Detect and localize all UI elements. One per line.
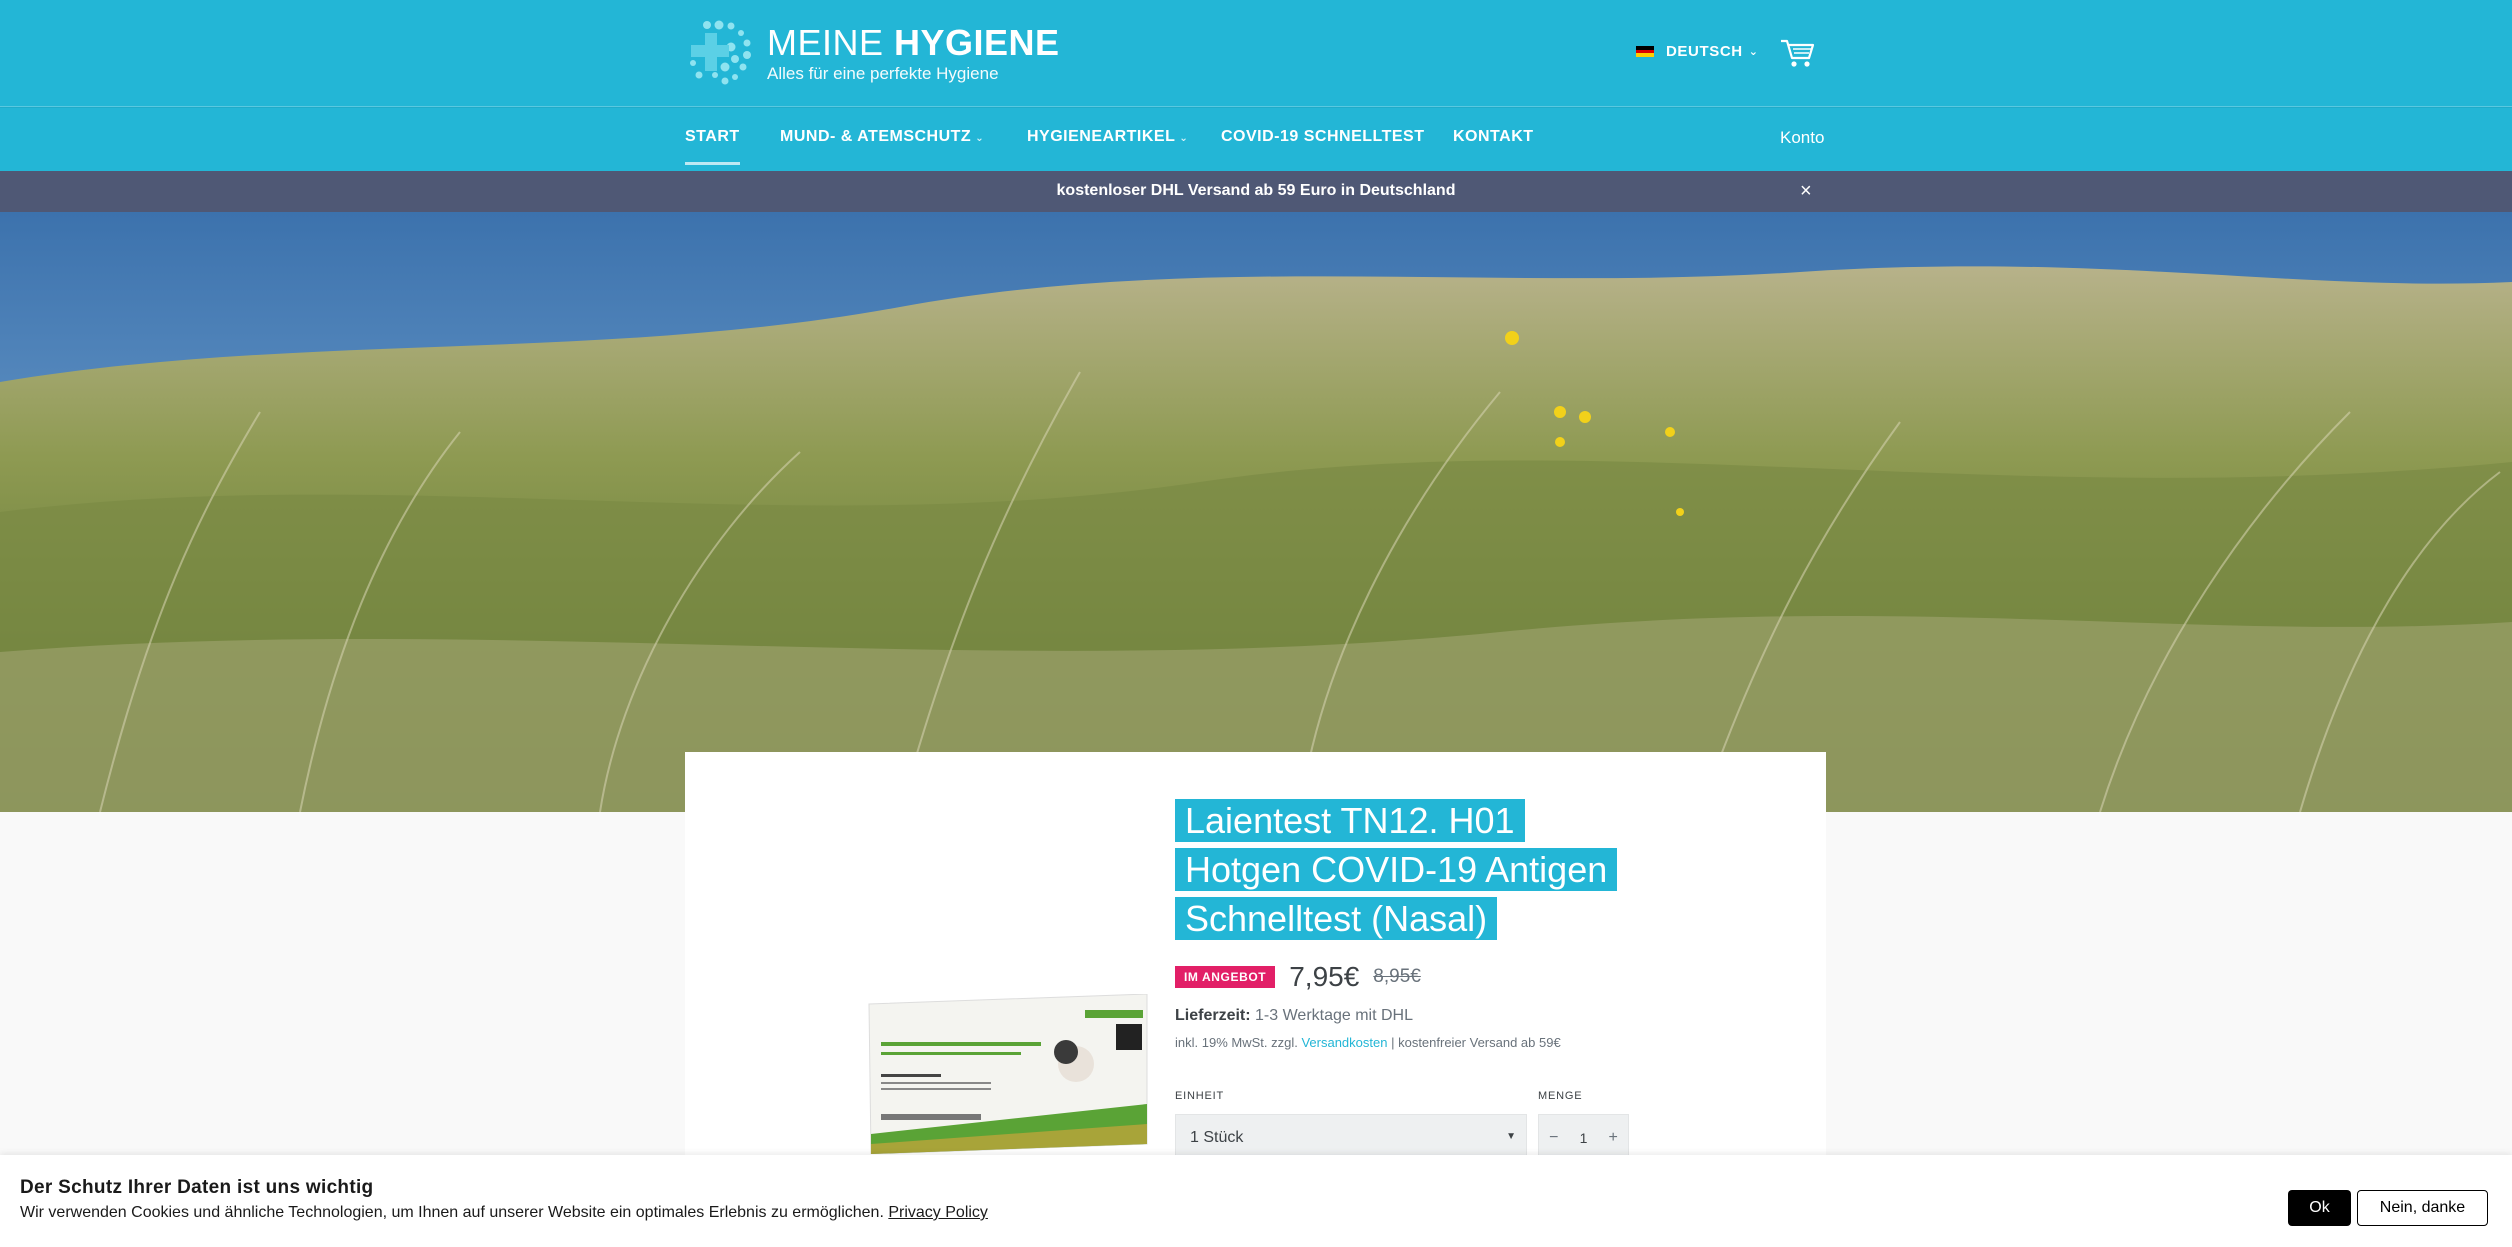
cookie-decline-button[interactable]: Nein, danke (2357, 1190, 2488, 1226)
account-link[interactable]: Konto (1780, 128, 1824, 148)
logo-cross-icon (690, 20, 751, 85)
language-selector[interactable]: DEUTSCH ⌄ (1636, 43, 1759, 60)
nav-item-hygieneartikel[interactable]: HYGIENEARTIKEL ⌄ (1027, 128, 1188, 146)
header-top: MEINE HYGIENE Alles für eine perfekte Hy… (0, 0, 2512, 106)
product-title: Laientest TN12. H01 Hotgen COVID-19 Anti… (1175, 796, 1795, 943)
quantity-plus-button[interactable]: + (1598, 1129, 1628, 1147)
main-nav: START MUND- & ATEMSCHUTZ ⌄ HYGIENEARTIKEL… (0, 107, 2512, 171)
shipping-costs-link[interactable]: Versandkosten (1301, 1035, 1387, 1050)
logo-title: MEINE HYGIENE (767, 22, 1060, 63)
chevron-down-icon: ⌄ (1179, 133, 1189, 144)
nav-item-start[interactable]: START (685, 128, 740, 165)
quantity-field: MENGE − 1 + (1538, 1090, 1629, 1162)
language-label: DEUTSCH (1666, 43, 1743, 60)
unit-field: EINHEIT 1 Stück ▼ (1175, 1090, 1527, 1162)
product-image[interactable] (861, 994, 1151, 1154)
compare-price: 8,95€ (1373, 966, 1421, 987)
unit-label: EINHEIT (1175, 1090, 1224, 1102)
cookie-banner: Der Schutz Ihrer Daten ist uns wichtig W… (0, 1155, 2512, 1247)
announcement-text: kostenloser DHL Versand ab 59 Euro in De… (1056, 182, 1456, 199)
cart-icon[interactable] (1780, 38, 1814, 68)
close-icon[interactable]: × (1800, 180, 1812, 203)
nav-item-covid-schnelltest[interactable]: COVID-19 SCHNELLTEST (1221, 128, 1425, 146)
site-header: MEINE HYGIENE Alles für eine perfekte Hy… (0, 0, 2512, 107)
product-form: EINHEIT 1 Stück ▼ MENGE − 1 + (1175, 1090, 1795, 1162)
delivery-info: Lieferzeit: 1-3 Werktage mit DHL (1175, 1007, 1414, 1024)
nav-item-kontakt[interactable]: KONTAKT (1453, 128, 1534, 146)
cookie-text: Wir verwenden Cookies und ähnliche Techn… (20, 1204, 988, 1221)
quantity-input[interactable]: 1 (1569, 1130, 1599, 1146)
tax-info: inkl. 19% MwSt. zzgl. Versandkosten | ko… (1175, 1035, 1561, 1050)
chevron-down-icon: ⌄ (975, 133, 985, 144)
logo-tagline: Alles für eine perfekte Hygiene (767, 64, 999, 83)
chevron-down-icon: ⌄ (1748, 46, 1759, 58)
quantity-minus-button[interactable]: − (1539, 1129, 1569, 1147)
logo-text: MEINE HYGIENE Alles für eine perfekte Hy… (767, 22, 1060, 84)
caret-down-icon: ▼ (1506, 1131, 1516, 1142)
cookie-title: Der Schutz Ihrer Daten ist uns wichtig (20, 1177, 374, 1198)
product-info: Laientest TN12. H01 Hotgen COVID-19 Anti… (1175, 796, 1795, 1162)
privacy-policy-link[interactable]: Privacy Policy (888, 1204, 988, 1221)
german-flag-icon (1636, 46, 1654, 58)
logo[interactable]: MEINE HYGIENE Alles für eine perfekte Hy… (685, 18, 1060, 88)
sale-price: 7,95€ (1289, 961, 1360, 992)
price-row: IM ANGEBOT 7,95€ 8,95€ (1175, 961, 1795, 993)
sale-badge: IM ANGEBOT (1175, 966, 1276, 988)
quantity-label: MENGE (1538, 1090, 1583, 1102)
cookie-accept-button[interactable]: Ok (2288, 1190, 2351, 1226)
announcement-bar: kostenloser DHL Versand ab 59 Euro in De… (0, 171, 2512, 212)
nav-item-mund-atemschutz[interactable]: MUND- & ATEMSCHUTZ ⌄ (780, 128, 984, 146)
hero-image (0, 212, 2512, 812)
dune-grass-image (0, 212, 2512, 812)
